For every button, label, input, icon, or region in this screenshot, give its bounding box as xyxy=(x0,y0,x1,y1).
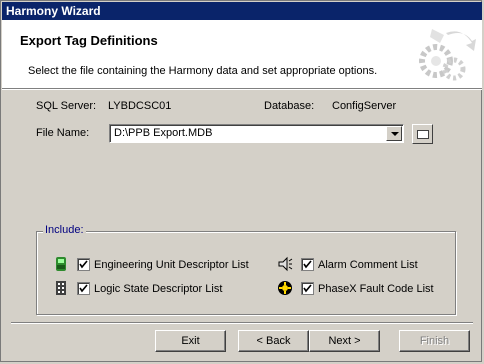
include-groupbox xyxy=(36,231,456,315)
logic-state-label: Logic State Descriptor List xyxy=(94,283,223,295)
phasex-fault-icon xyxy=(278,281,292,295)
wizard-window: Harmony Wizard Export Tag Definitions Se… xyxy=(0,0,482,362)
alarm-comment-checkbox[interactable] xyxy=(301,258,314,271)
file-name-combobox[interactable]: D:\PPB Export.MDB xyxy=(109,124,404,143)
sql-server-value: LYBDCSC01 xyxy=(108,100,172,112)
engineering-unit-label: Engineering Unit Descriptor List xyxy=(94,259,249,271)
browse-icon xyxy=(417,130,429,139)
phasex-fault-checkbox[interactable] xyxy=(301,282,314,295)
back-button[interactable]: < Back xyxy=(238,330,309,352)
alarm-comment-icon xyxy=(278,256,293,272)
engineering-unit-icon xyxy=(56,257,66,271)
alarm-comment-label: Alarm Comment List xyxy=(318,259,418,271)
page-title: Export Tag Definitions xyxy=(20,33,158,48)
finish-button[interactable]: Finish xyxy=(399,330,470,352)
logic-state-icon xyxy=(56,281,66,295)
page-subtitle: Select the file containing the Harmony d… xyxy=(28,65,378,77)
wizard-header: Export Tag Definitions Select the file c… xyxy=(2,20,482,88)
sql-server-label: SQL Server: xyxy=(36,100,97,112)
next-button[interactable]: Next > xyxy=(309,330,380,352)
footer-divider xyxy=(11,322,473,324)
file-name-value: D:\PPB Export.MDB xyxy=(114,127,213,139)
dropdown-arrow-icon[interactable] xyxy=(386,126,402,141)
header-divider xyxy=(2,88,482,90)
exit-button[interactable]: Exit xyxy=(155,330,226,352)
database-label: Database: xyxy=(264,100,315,112)
logic-state-checkbox[interactable] xyxy=(77,282,90,295)
include-group-title: Include: xyxy=(43,224,86,236)
file-name-label: File Name: xyxy=(36,127,90,139)
database-value: ConfigServer xyxy=(332,100,397,112)
window-title: Harmony Wizard xyxy=(2,2,482,20)
wizard-gears-icon xyxy=(419,29,476,81)
engineering-unit-checkbox[interactable] xyxy=(77,258,90,271)
browse-button[interactable] xyxy=(412,124,433,144)
phasex-fault-label: PhaseX Fault Code List xyxy=(318,283,434,295)
